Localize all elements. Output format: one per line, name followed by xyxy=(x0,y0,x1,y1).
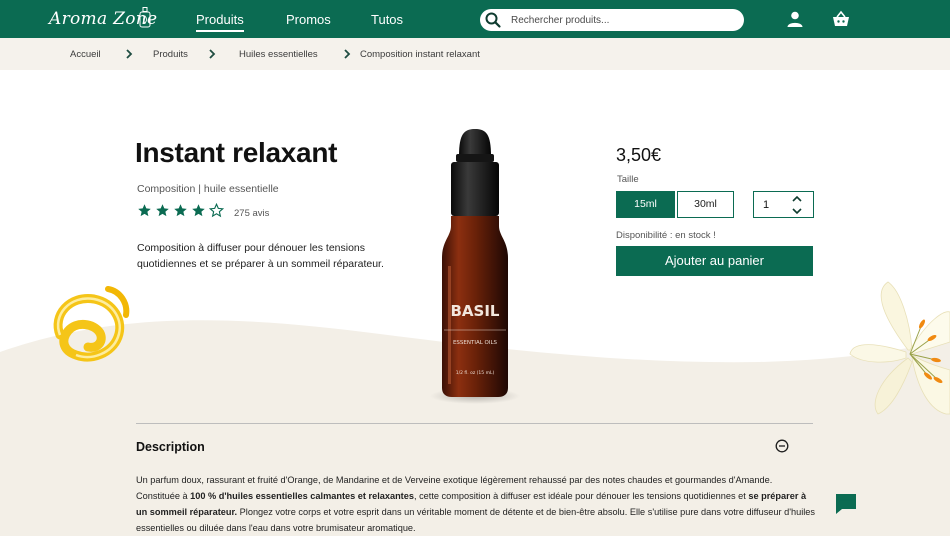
star-filled-icon xyxy=(138,204,151,217)
breadcrumb: Accueil Produits Huiles essentielles Com… xyxy=(0,38,950,70)
lemon-peel-image xyxy=(53,286,130,362)
star-filled-icon xyxy=(174,204,187,217)
star-filled-icon xyxy=(192,204,205,217)
chevron-down-icon[interactable] xyxy=(791,206,803,216)
product-subtitle: Composition | huile essentielle xyxy=(137,183,279,195)
chevron-right-icon xyxy=(344,49,351,59)
minus-circle-icon[interactable] xyxy=(775,439,789,453)
description-bold-part: 100 % d'huiles essentielles calmantes et… xyxy=(190,491,414,501)
nav-produits[interactable]: Produits xyxy=(196,12,244,32)
bottle-logo-icon xyxy=(139,7,151,28)
add-to-cart-button[interactable]: Ajouter au panier xyxy=(616,246,813,276)
svg-text:BASIL: BASIL xyxy=(451,302,500,320)
quantity-stepper[interactable]: 1 xyxy=(753,191,814,218)
size-option-30ml[interactable]: 30ml xyxy=(677,191,734,218)
nav-promos[interactable]: Promos xyxy=(286,12,331,27)
lily-flower-image xyxy=(849,281,950,415)
svg-text:ESSENTIAL OILS: ESSENTIAL OILS xyxy=(453,340,498,346)
description-text: Un parfum doux, rassurant et fruité d'Or… xyxy=(136,472,816,536)
reviews-count[interactable]: 275 avis xyxy=(234,208,269,219)
search-icon[interactable] xyxy=(484,11,502,29)
product-price: 3,50€ xyxy=(616,145,662,165)
description-text-part: , cette composition à diffuser est idéal… xyxy=(413,491,749,501)
description-text-part: Plongez votre corps et votre esprit dans… xyxy=(136,507,815,533)
size-option-15ml[interactable]: 15ml xyxy=(616,191,675,218)
breadcrumb-accueil[interactable]: Accueil xyxy=(70,49,101,60)
description-paragraph-1: Un parfum doux, rassurant et fruité d'Or… xyxy=(136,475,773,485)
star-empty-icon xyxy=(209,203,224,218)
quantity-value[interactable]: 1 xyxy=(763,199,769,211)
svg-text:1/2 fl. oz (15 mL): 1/2 fl. oz (15 mL) xyxy=(456,370,495,376)
search-input[interactable] xyxy=(511,12,731,28)
basket-icon[interactable] xyxy=(832,10,850,28)
availability-status: Disponibilité : en stock ! xyxy=(616,230,716,241)
chevron-right-icon xyxy=(126,49,133,59)
chevron-right-icon xyxy=(209,49,216,59)
search-bar[interactable] xyxy=(480,9,744,31)
description-text-part: Constituée à xyxy=(136,491,191,501)
product-short-description: Composition à diffuser pour dénouer les … xyxy=(137,242,384,270)
nav-tutos[interactable]: Tutos xyxy=(371,12,403,27)
size-label: Taille xyxy=(617,174,639,185)
description-heading[interactable]: Description xyxy=(136,440,205,454)
chevron-up-icon[interactable] xyxy=(791,194,803,204)
section-divider xyxy=(136,423,813,424)
product-title: Instant relaxant xyxy=(135,137,338,168)
breadcrumb-produits[interactable]: Produits xyxy=(153,49,188,60)
star-filled-icon xyxy=(156,204,169,217)
user-icon[interactable] xyxy=(786,10,804,28)
product-bottle-image: BASIL ESSENTIAL OILS 1/2 fl. oz (15 mL) xyxy=(430,129,520,404)
breadcrumb-current: Composition instant relaxant xyxy=(360,49,480,60)
top-navigation-bar: Aroma Zone Produits Promos Tutos xyxy=(0,0,950,38)
breadcrumb-huiles-essentielles[interactable]: Huiles essentielles xyxy=(239,49,318,60)
chat-icon[interactable] xyxy=(834,492,858,516)
